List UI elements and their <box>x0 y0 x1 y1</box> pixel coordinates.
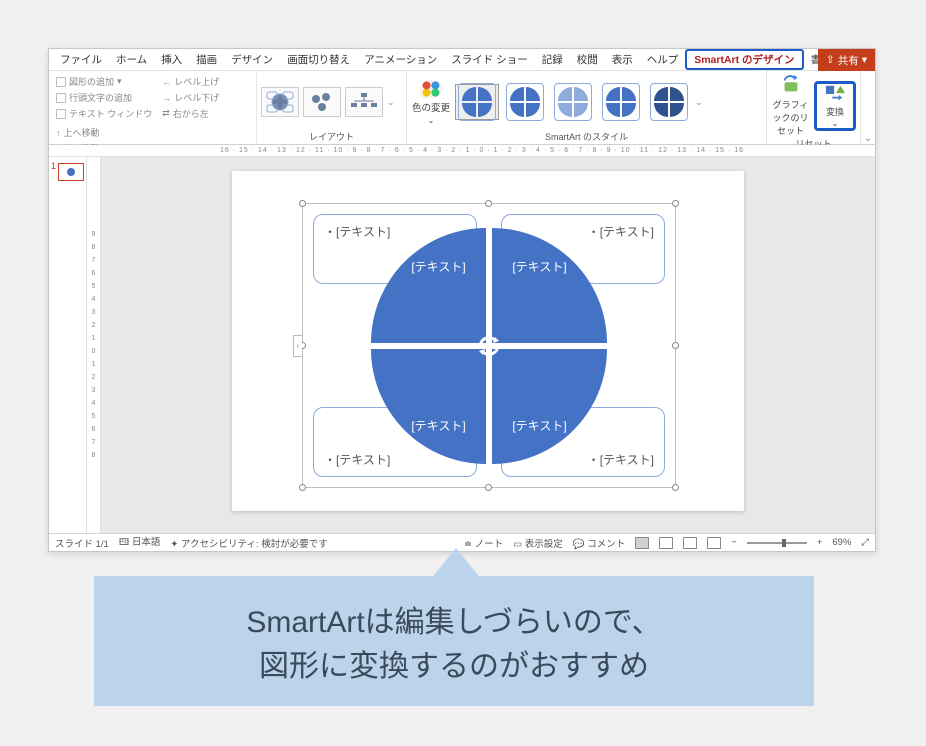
text-pane-toggle[interactable]: ‹ <box>293 335 302 357</box>
slide-canvas-area[interactable]: ‹ ・[テキスト] ・[テキスト] ・[テキスト] ・[テキスト] [テキスト]… <box>101 157 875 533</box>
move-up-button[interactable]: ↑ 上へ移動 <box>53 125 123 140</box>
layout-option-1[interactable] <box>261 87 299 117</box>
language-indicator[interactable]: 🖽 日本語 <box>119 534 161 551</box>
smartart-style-3[interactable] <box>551 84 595 120</box>
smartart-style-5[interactable] <box>647 84 691 120</box>
tab-insert[interactable]: 挿入 <box>154 49 189 70</box>
tab-animation[interactable]: アニメーション <box>357 49 444 70</box>
smartart-quadrant-bl[interactable]: [テキスト] <box>371 349 486 464</box>
cycle-arrows-icon <box>474 331 504 361</box>
smartart-style-4[interactable] <box>599 84 643 120</box>
tab-design[interactable]: デザイン <box>224 49 280 70</box>
ribbon-group-layout: ⌄ レイアウト <box>257 71 407 144</box>
tab-review[interactable]: 校閲 <box>570 49 605 70</box>
convert-icon <box>824 84 846 104</box>
smartart-style-1[interactable] <box>455 84 499 120</box>
ribbon-group-styles-label: SmartArt のスタイル <box>411 130 762 143</box>
palette-icon <box>420 80 442 98</box>
zoom-slider[interactable] <box>747 542 807 544</box>
ribbon-collapse-button[interactable]: ⌄ <box>861 71 875 144</box>
chevron-down-icon: ⌄ <box>428 116 435 125</box>
tab-record[interactable]: 記録 <box>535 49 570 70</box>
tab-transition[interactable]: 画面切り替え <box>280 49 357 70</box>
share-button[interactable]: ⇪ 共有 ▾ <box>818 49 875 71</box>
add-bullet-button[interactable]: 行頭文字の追加 <box>53 90 155 105</box>
tab-help[interactable]: ヘルプ <box>640 49 686 70</box>
fit-window-button[interactable]: ⤢ <box>861 537 869 548</box>
callout-line-2: 図形に変換するのがおすすめ <box>259 641 649 685</box>
text-window-button[interactable]: テキスト ウィンドウ <box>53 106 155 121</box>
powerpoint-window: ファイル ホーム 挿入 描画 デザイン 画面切り替え アニメーション スライド … <box>48 48 876 552</box>
resize-handle-mr[interactable] <box>672 342 679 349</box>
reset-graphic-button[interactable]: グラフィックのリセット <box>771 74 810 137</box>
ribbon-group-layout-label: レイアウト <box>261 130 402 143</box>
text-window-icon <box>56 109 66 119</box>
level-down-button[interactable]: → レベル下げ <box>159 90 222 105</box>
smartart-selection-frame[interactable]: ‹ ・[テキスト] ・[テキスト] ・[テキスト] ・[テキスト] [テキスト]… <box>302 203 676 488</box>
view-normal-button[interactable] <box>635 537 649 549</box>
styles-more-button[interactable]: ⌄ <box>695 97 703 108</box>
share-icon: ⇪ <box>826 54 835 66</box>
smartart-style-2[interactable] <box>503 84 547 120</box>
thumb-index: 1 <box>51 161 56 171</box>
add-shape-button[interactable]: 図形の追加 ▾ <box>53 74 155 89</box>
slide[interactable]: ‹ ・[テキスト] ・[テキスト] ・[テキスト] ・[テキスト] [テキスト]… <box>232 171 744 511</box>
chevron-down-icon: ⌄ <box>832 119 839 128</box>
layout-option-3[interactable] <box>345 87 383 117</box>
resize-handle-tr[interactable] <box>672 200 679 207</box>
layout-option-2[interactable] <box>303 87 341 117</box>
tab-view[interactable]: 表示 <box>605 49 640 70</box>
reset-icon <box>780 74 802 96</box>
zoom-out-button[interactable]: − <box>731 537 737 548</box>
slide-thumbnail-panel: 1 <box>49 157 87 533</box>
view-reading-button[interactable] <box>683 537 697 549</box>
tab-slideshow[interactable]: スライド ショー <box>444 49 534 70</box>
resize-handle-tl[interactable] <box>299 200 306 207</box>
zoom-level[interactable]: 69% <box>832 537 851 548</box>
convert-button[interactable]: 変換 ⌄ <box>817 84 853 128</box>
tab-draw[interactable]: 描画 <box>189 49 224 70</box>
layout-more-button[interactable]: ⌄ <box>387 97 395 108</box>
bullet-icon <box>56 93 66 103</box>
callout-line-1: SmartArtは編集しづらいので、 <box>246 597 661 641</box>
zoom-in-button[interactable]: + <box>817 537 823 548</box>
tab-smartart-design[interactable]: SmartArt のデザイン <box>685 49 803 70</box>
comments-button[interactable]: 💬 コメント <box>573 536 625 550</box>
ribbon: 図形の追加 ▾ 行頭文字の追加 テキスト ウィンドウ ← レベル上げ → レベル… <box>49 71 875 145</box>
level-up-button[interactable]: ← レベル上げ <box>159 74 222 89</box>
chevron-down-icon: ▾ <box>862 54 867 66</box>
resize-handle-br[interactable] <box>672 484 679 491</box>
ribbon-tabs: ファイル ホーム 挿入 描画 デザイン 画面切り替え アニメーション スライド … <box>49 49 875 71</box>
slide-thumbnail-1[interactable] <box>58 163 84 181</box>
ruler-horizontal: 16 · 15 · 14 · 13 · 12 · 11 · 10 · 9 · 8… <box>49 145 875 157</box>
rtl-button[interactable]: ⇄ 右から左 <box>159 106 222 121</box>
smartart-quadrant-br[interactable]: [テキスト] <box>492 349 607 464</box>
ribbon-group-reset: グラフィックのリセット 変換 ⌄ リセット <box>767 71 861 144</box>
ribbon-group-styles: 色の変更 ⌄ ⌄ SmartArt のスタイル <box>407 71 767 144</box>
tab-home[interactable]: ホーム <box>109 49 154 70</box>
resize-handle-tm[interactable] <box>485 200 492 207</box>
smartart-quadrant-tr[interactable]: [テキスト] <box>492 228 607 343</box>
accessibility-status[interactable]: ✦ アクセシビリティ: 検討が必要です <box>170 536 327 550</box>
view-sorter-button[interactable] <box>659 537 673 549</box>
annotation-callout: SmartArtは編集しづらいので、 図形に変換するのがおすすめ <box>94 576 814 706</box>
display-settings-button[interactable]: ▭ 表示設定 <box>513 536 563 550</box>
ribbon-group-create: 図形の追加 ▾ 行頭文字の追加 テキスト ウィンドウ ← レベル上げ → レベル… <box>49 71 257 144</box>
smartart-circle[interactable]: [テキスト] [テキスト] [テキスト] [テキスト] <box>371 228 607 464</box>
share-label: 共有 <box>838 53 859 68</box>
slide-counter[interactable]: スライド 1/1 <box>55 536 109 550</box>
view-slideshow-button[interactable] <box>707 537 721 549</box>
tab-file[interactable]: ファイル <box>53 49 109 70</box>
add-shape-icon <box>56 77 66 87</box>
smartart-quadrant-tl[interactable]: [テキスト] <box>371 228 486 343</box>
convert-group-highlight: 変換 ⌄ <box>814 81 856 131</box>
resize-handle-bl[interactable] <box>299 484 306 491</box>
change-colors-button[interactable]: 色の変更 ⌄ <box>411 80 451 125</box>
resize-handle-bm[interactable] <box>485 484 492 491</box>
ruler-vertical: 987654321012345678 <box>87 157 101 533</box>
main-area: 1 987654321012345678 ‹ ・[テキスト] <box>49 157 875 533</box>
